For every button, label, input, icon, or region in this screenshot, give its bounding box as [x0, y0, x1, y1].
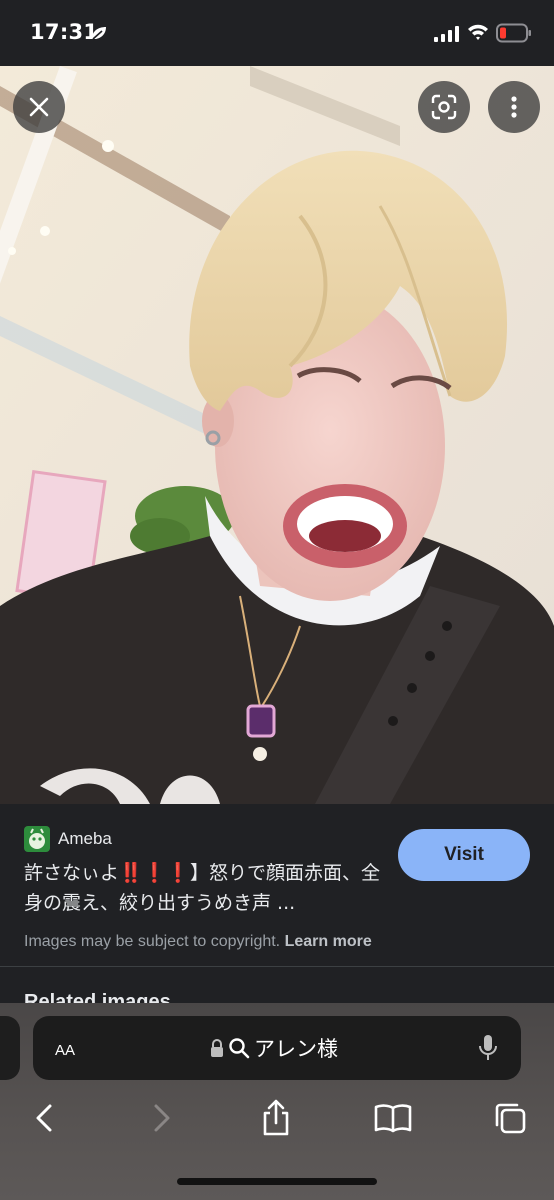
status-bar: 17:31 — [0, 0, 554, 66]
copyright-notice: Images may be subject to copyright. Lear… — [24, 933, 372, 951]
learn-more-link[interactable]: Learn more — [285, 933, 372, 950]
image-viewer[interactable] — [0, 66, 554, 804]
ameba-logo-icon — [24, 826, 50, 852]
text-size-button[interactable]: AA — [55, 1035, 75, 1061]
address-text: アレン様 — [254, 1037, 338, 1061]
cellular-signal-icon — [434, 26, 459, 42]
previous-tab-preview[interactable] — [0, 1016, 20, 1080]
back-button[interactable] — [24, 1098, 64, 1138]
tabs-icon — [495, 1103, 526, 1134]
more-options-button[interactable] — [488, 81, 540, 133]
result-title-line-1: 許さなぃよ‼️❗️❗️】怒りで顔面赤面、全 — [24, 862, 380, 884]
book-icon — [374, 1104, 412, 1133]
divider — [0, 966, 554, 967]
status-time: 17:31 — [30, 20, 99, 44]
lock-icon — [211, 1039, 223, 1057]
share-button[interactable] — [256, 1098, 296, 1138]
visit-button[interactable]: Visit — [398, 829, 530, 881]
address-field[interactable]: アレン様 — [209, 1033, 338, 1063]
chevron-right-icon — [154, 1104, 170, 1132]
result-info-panel: Ameba 許さなぃよ‼️❗️❗️】怒りで顔面赤面、全 身の震え、絞り出すうめき… — [0, 804, 554, 1034]
source-row[interactable]: Ameba — [24, 824, 112, 854]
home-indicator[interactable] — [177, 1178, 377, 1185]
result-title[interactable]: 許さなぃよ‼️❗️❗️】怒りで顔面赤面、全 身の震え、絞り出すうめき声 ... — [24, 858, 380, 918]
text-size-label: AA — [55, 1042, 76, 1059]
more-vert-icon — [511, 96, 517, 118]
bookmarks-button[interactable] — [373, 1098, 413, 1138]
result-title-line-2: 身の震え、絞り出すうめき声 ... — [24, 892, 296, 914]
close-button[interactable] — [13, 81, 65, 133]
battery-low-icon — [496, 23, 531, 43]
search-icon — [229, 1038, 250, 1059]
tabs-button[interactable] — [490, 1098, 530, 1138]
close-icon — [29, 97, 49, 117]
address-bar[interactable]: AA アレン様 — [33, 1016, 521, 1080]
focus-leaf-icon — [92, 27, 106, 40]
copyright-text: Images may be subject to copyright. — [24, 933, 281, 950]
google-lens-icon — [431, 94, 457, 120]
microphone-icon[interactable] — [478, 1033, 498, 1063]
result-photo[interactable] — [0, 66, 554, 804]
forward-button[interactable] — [142, 1098, 182, 1138]
chevron-left-icon — [36, 1104, 52, 1132]
browser-toolbar: AA アレン様 — [0, 1003, 554, 1200]
wifi-icon — [468, 24, 488, 40]
source-name: Ameba — [58, 829, 112, 848]
google-lens-button[interactable] — [418, 81, 470, 133]
share-icon — [263, 1099, 289, 1136]
